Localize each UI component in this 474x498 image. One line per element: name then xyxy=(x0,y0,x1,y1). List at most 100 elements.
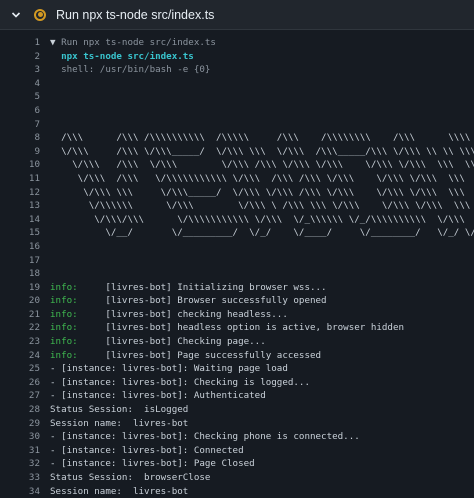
log-text: Status Session: browserClose xyxy=(50,472,211,483)
line-number[interactable]: 6 xyxy=(0,104,50,118)
log-line: 3 shell: /usr/bin/bash -e {0} xyxy=(0,63,474,77)
log-level-label: info: xyxy=(50,322,78,334)
log-line: 15 \/__/ \/_________/ \/_/ \/____/ \/___… xyxy=(0,226,474,240)
log-text: [livres-bot] headless option is active, … xyxy=(77,322,405,334)
log-line: 5 xyxy=(0,90,474,104)
log-line: 29 Session name: livres-bot xyxy=(0,417,474,431)
log-line-text: - [instance: livres-bot]: Checking is lo… xyxy=(50,376,310,390)
log-line: 12 \/\\\ \\\ \/\\\_____/ \/\\\ \/\\\ /\\… xyxy=(0,186,474,200)
log-text: - [instance: livres-bot]: Authenticated xyxy=(50,390,266,402)
log-line: 4 xyxy=(0,77,474,91)
log-text: [livres-bot] Browser successfully opened xyxy=(77,295,327,307)
log-line-text: /\\\ /\\\ /\\\\\\\\\\ /\\\\\ /\\\ /\\\\\… xyxy=(50,131,470,145)
line-number[interactable]: 10 xyxy=(0,158,50,172)
line-number[interactable]: 9 xyxy=(0,145,50,159)
log-text: \/\\\\\\ \/\\\ \/\\\ \ /\\\ \\\ \/\\\ \/… xyxy=(50,200,474,212)
line-number[interactable]: 33 xyxy=(0,471,50,485)
log-line: 14 \/\\\/\\\ \/\\\\\\\\\\\ \/\\\ \/_\\\\… xyxy=(0,213,474,227)
line-number[interactable]: 27 xyxy=(0,389,50,403)
line-number[interactable]: 20 xyxy=(0,294,50,308)
log-output: 1 ▼ Run npx ts-node src/index.ts 2 npx ts-… xyxy=(0,30,474,498)
log-text: - [instance: livres-bot]: Connected xyxy=(50,444,244,456)
line-number[interactable]: 28 xyxy=(0,403,50,417)
line-number[interactable]: 12 xyxy=(0,186,50,200)
log-line: 28 Status Session: isLogged xyxy=(0,403,474,417)
line-number[interactable]: 34 xyxy=(0,485,50,498)
log-line: 26- [instance: livres-bot]: Checking is … xyxy=(0,376,474,390)
log-line-text: - [instance: livres-bot]: Page Closed xyxy=(50,457,255,471)
line-number[interactable]: 7 xyxy=(0,118,50,132)
line-number[interactable]: 29 xyxy=(0,417,50,431)
log-line-text: - [instance: livres-bot]: Connected xyxy=(50,444,244,458)
log-line: 1 ▼ Run npx ts-node src/index.ts xyxy=(0,36,474,50)
line-number[interactable]: 11 xyxy=(0,172,50,186)
log-line: 32- [instance: livres-bot]: Page Closed xyxy=(0,457,474,471)
log-line: 18 xyxy=(0,267,474,281)
line-number[interactable]: 25 xyxy=(0,362,50,376)
log-text: - [instance: livres-bot]: Waiting page l… xyxy=(50,363,288,375)
in-progress-status-icon xyxy=(34,8,46,21)
log-line: 7 xyxy=(0,118,474,132)
line-number[interactable]: 24 xyxy=(0,349,50,363)
log-line: 6 xyxy=(0,104,474,118)
log-line-text: info: [livres-bot] Initializing browser … xyxy=(50,281,327,295)
log-line-text: info: [livres-bot] Browser successfully … xyxy=(50,294,327,308)
line-number[interactable]: 15 xyxy=(0,226,50,240)
line-number[interactable]: 32 xyxy=(0,457,50,471)
log-line-text: Session name: livres-bot xyxy=(50,485,188,498)
log-line-text: \/\\\ /\\\ \/\\\\\\\\\\\ \/\\\ /\\\ /\\\… xyxy=(50,172,474,186)
line-number[interactable]: 19 xyxy=(0,281,50,295)
log-text: Session name: livres-bot xyxy=(50,485,189,497)
log-text: \/__/ \/_________/ \/_/ \/____/ \/______… xyxy=(50,227,474,239)
step-title: Run npx ts-node src/index.ts xyxy=(56,7,215,22)
collapse-triangle-icon[interactable]: ▼ xyxy=(50,37,61,48)
log-level-label: info: xyxy=(50,295,78,307)
log-line-text: info: [livres-bot] Checking page... xyxy=(50,335,266,349)
line-number[interactable]: 26 xyxy=(0,376,50,390)
log-text: shell: /usr/bin/bash -e {0} xyxy=(50,64,211,76)
line-number[interactable]: 14 xyxy=(0,213,50,227)
log-line-text: info: [livres-bot] checking headless... xyxy=(50,308,288,322)
log-line: 31- [instance: livres-bot]: Connected xyxy=(0,444,474,458)
log-line-text: shell: /usr/bin/bash -e {0} xyxy=(50,63,210,77)
line-number[interactable]: 22 xyxy=(0,321,50,335)
log-line-text: - [instance: livres-bot]: Checking phone… xyxy=(50,430,360,444)
log-line-text: \/\\\\\\ \/\\\ \/\\\ \ /\\\ \\\ \/\\\ \/… xyxy=(50,199,474,213)
log-line-text: Session name: livres-bot xyxy=(50,417,188,431)
log-text: npx ts-node src/index.ts xyxy=(50,50,194,62)
log-line-text: \/\\\ /\\\ \/\\\ \/\\\ /\\\ \/\\\ \/\\\ … xyxy=(50,158,474,172)
line-number[interactable]: 2 xyxy=(0,50,50,64)
log-line: 9 \/\\\ /\\\ \/\\\_____/ \/\\\ \\\ \/\\\… xyxy=(0,145,474,159)
line-number[interactable]: 8 xyxy=(0,131,50,145)
line-number[interactable]: 23 xyxy=(0,335,50,349)
log-line: 16 xyxy=(0,240,474,254)
log-line-text: info: [livres-bot] Page successfully acc… xyxy=(50,349,321,363)
log-text: - [instance: livres-bot]: Checking phone… xyxy=(50,431,360,443)
log-text: /\\\ /\\\ /\\\\\\\\\\ /\\\\\ /\\\ /\\\\\… xyxy=(50,132,471,144)
log-text: Run npx ts-node src/index.ts xyxy=(61,37,216,48)
line-number[interactable]: 21 xyxy=(0,308,50,322)
line-number[interactable]: 1 xyxy=(0,36,50,50)
log-line-text: ▼ Run npx ts-node src/index.ts xyxy=(50,36,216,50)
log-line-text: info: [livres-bot] headless option is ac… xyxy=(50,321,404,335)
line-number[interactable]: 4 xyxy=(0,77,50,91)
chevron-down-icon[interactable] xyxy=(8,7,24,23)
log-line: 20 info: [livres-bot] Browser successfull… xyxy=(0,294,474,308)
log-text: [livres-bot] Initializing browser wss... xyxy=(77,281,327,293)
step-header[interactable]: Run npx ts-node src/index.ts xyxy=(0,0,474,30)
line-number[interactable]: 5 xyxy=(0,90,50,104)
log-line: 19 info: [livres-bot] Initializing browse… xyxy=(0,281,474,295)
line-number[interactable]: 18 xyxy=(0,267,50,281)
line-number[interactable]: 30 xyxy=(0,430,50,444)
line-number[interactable]: 13 xyxy=(0,199,50,213)
line-number[interactable]: 16 xyxy=(0,240,50,254)
log-level-label: info: xyxy=(50,336,78,348)
log-line: 34 Session name: livres-bot xyxy=(0,485,474,498)
line-number[interactable]: 17 xyxy=(0,254,50,268)
log-text: \/\\\ /\\\ \/\\\\\\\\\\\ \/\\\ /\\\ /\\\… xyxy=(50,172,474,184)
log-text: Status Session: isLogged xyxy=(50,404,189,416)
log-line: 33 Status Session: browserClose xyxy=(0,471,474,485)
line-number[interactable]: 31 xyxy=(0,444,50,458)
line-number[interactable]: 3 xyxy=(0,63,50,77)
log-line-text: \/\\\ /\\\ \/\\\_____/ \/\\\ \\\ \/\\\ /… xyxy=(50,145,474,159)
